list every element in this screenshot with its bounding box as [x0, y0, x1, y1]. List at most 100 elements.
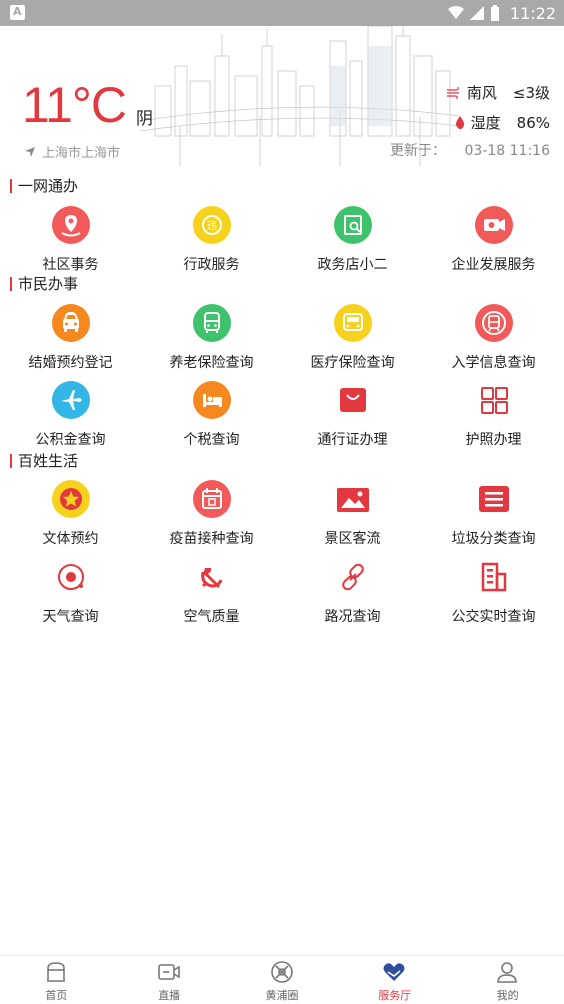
service-item-gov-assistant[interactable]: 政务店小二: [282, 206, 423, 286]
image-icon: [337, 488, 369, 512]
wind-level: ≤3级: [512, 84, 550, 102]
home-icon: [47, 962, 65, 982]
nav-home[interactable]: 首页: [0, 956, 113, 1004]
service-label: 空气质量: [183, 609, 240, 625]
wifi-icon: [447, 6, 464, 19]
section-grid-row: 结婚预约登记 养老保险查询 医疗保险查询 入学信息查询: [0, 304, 564, 384]
section-title-baixingshenghuo: 百姓生活: [10, 454, 78, 469]
service-label: 社区事务: [42, 257, 99, 273]
airplane-icon: [52, 381, 90, 419]
battery-icon: [490, 5, 499, 21]
service-label: 路况查询: [324, 609, 381, 625]
wind-info: 南风 ≤3级: [446, 82, 550, 103]
service-label: 护照办理: [465, 432, 522, 448]
target-icon: [58, 564, 84, 590]
hammer-sickle-icon: [201, 568, 223, 588]
bottom-nav: 首页 直播 黄浦圈 服务厅 我的: [0, 955, 564, 1004]
service-item-enterprise[interactable]: 企业发展服务: [423, 206, 564, 286]
service-item-sports[interactable]: 文体预约: [0, 480, 141, 560]
wind-icon: [446, 86, 459, 99]
bus-icon: [193, 304, 231, 342]
humidity-label: 湿度: [470, 114, 501, 132]
svg-text:违: 违: [207, 220, 217, 232]
service-item-vaccine[interactable]: 疫苗接种查询: [141, 480, 282, 560]
nav-service-hall[interactable]: 服务厅: [338, 956, 451, 1004]
user-icon: [497, 962, 517, 983]
update-label: 更新于：: [390, 143, 447, 159]
service-item-traffic[interactable]: 路况查询: [282, 558, 423, 638]
service-item-medical[interactable]: 医疗保险查询: [282, 304, 423, 384]
service-item-marriage[interactable]: 结婚预约登记: [0, 304, 141, 384]
shopping-bag-icon: [340, 388, 366, 412]
calendar-icon: [193, 480, 231, 518]
service-label: 个税查询: [183, 432, 240, 448]
service-item-permit[interactable]: 通行证办理: [282, 381, 423, 461]
building-icon: [481, 562, 507, 592]
section-grid-row: 社区事务 违 行政服务 政务店小二 企业发展服务: [0, 206, 564, 286]
update-info: 更新于： 03-18 11:16: [390, 140, 550, 160]
wind-direction: 南风: [466, 84, 497, 102]
list-icon: [479, 486, 509, 512]
service-label: 文体预约: [42, 531, 99, 547]
weather-panel[interactable]: 11°C 阴 上海市上海市 南风 ≤3级 湿度 86% 更新于： 03-18 1…: [0, 26, 564, 166]
weather-condition: 阴: [136, 109, 153, 129]
nav-circle[interactable]: 黄浦圈: [226, 956, 339, 1004]
service-label: 入学信息查询: [451, 355, 536, 371]
nav-label: 我的: [496, 989, 519, 1002]
service-label: 疫苗接种查询: [169, 531, 254, 547]
nav-label: 直播: [158, 989, 181, 1002]
service-item-community[interactable]: 社区事务: [0, 206, 141, 286]
section-title-shiminbanshi: 市民办事: [10, 277, 78, 292]
star-badge-icon: [52, 480, 90, 518]
service-item-bus-realtime[interactable]: 公交实时查询: [423, 558, 564, 638]
temperature: 11°C: [22, 77, 127, 133]
taxi-icon: [52, 304, 90, 342]
update-time: 03-18 11:16: [464, 143, 550, 159]
enterprise-icon: [475, 206, 513, 244]
grid-apps-icon: [481, 387, 508, 414]
bus-front-icon: [334, 304, 372, 342]
gov-assistant-icon: [334, 206, 372, 244]
location-arrow-icon: [25, 146, 35, 157]
link-icon: [342, 563, 364, 591]
notification-icon: [10, 5, 25, 20]
nav-live[interactable]: 直播: [113, 956, 226, 1004]
signal-icon: [469, 6, 484, 20]
status-bar: 11:22: [0, 0, 564, 26]
status-icons: 11:22: [447, 3, 556, 23]
service-label: 医疗保险查询: [310, 355, 395, 371]
admin-service-icon: 违: [193, 206, 231, 244]
service-label: 垃圾分类查询: [451, 531, 536, 547]
service-item-passport[interactable]: 护照办理: [423, 381, 564, 461]
service-item-enrollment[interactable]: 入学信息查询: [423, 304, 564, 384]
nav-mine[interactable]: 我的: [451, 956, 564, 1004]
video-icon: [157, 964, 180, 980]
subway-icon: [475, 304, 513, 342]
location-text: 上海市上海市: [42, 146, 121, 161]
humidity-value: 86%: [516, 113, 550, 132]
heart-hands-icon: [383, 963, 405, 981]
section-title-yiwangtongban: 一网通办: [10, 179, 78, 194]
service-label: 企业发展服务: [451, 257, 536, 273]
clock: 11:22: [509, 3, 556, 23]
service-item-scenic[interactable]: 景区客流: [282, 480, 423, 560]
service-item-weather[interactable]: 天气查询: [0, 558, 141, 638]
service-item-housing-fund[interactable]: 公积金查询: [0, 381, 141, 461]
section-grid-row: 公积金查询 个税查询 通行证办理 护照办理: [0, 381, 564, 461]
service-label: 景区客流: [324, 531, 381, 547]
service-label: 结婚预约登记: [28, 355, 113, 371]
service-label: 政务店小二: [317, 257, 388, 273]
service-item-pension[interactable]: 养老保险查询: [141, 304, 282, 384]
water-drop-icon: [455, 116, 464, 129]
service-label: 通行证办理: [317, 432, 388, 448]
service-item-admin[interactable]: 违 行政服务: [141, 206, 282, 286]
service-item-garbage[interactable]: 垃圾分类查询: [423, 480, 564, 560]
compass-icon: [270, 961, 293, 983]
service-item-tax[interactable]: 个税查询: [141, 381, 282, 461]
hotel-bed-icon: [193, 381, 231, 419]
service-label: 天气查询: [42, 609, 99, 625]
service-item-air-quality[interactable]: 空气质量: [141, 558, 282, 638]
nav-label: 首页: [45, 989, 68, 1002]
location: 上海市上海市: [24, 142, 120, 161]
service-label: 公交实时查询: [451, 609, 536, 625]
